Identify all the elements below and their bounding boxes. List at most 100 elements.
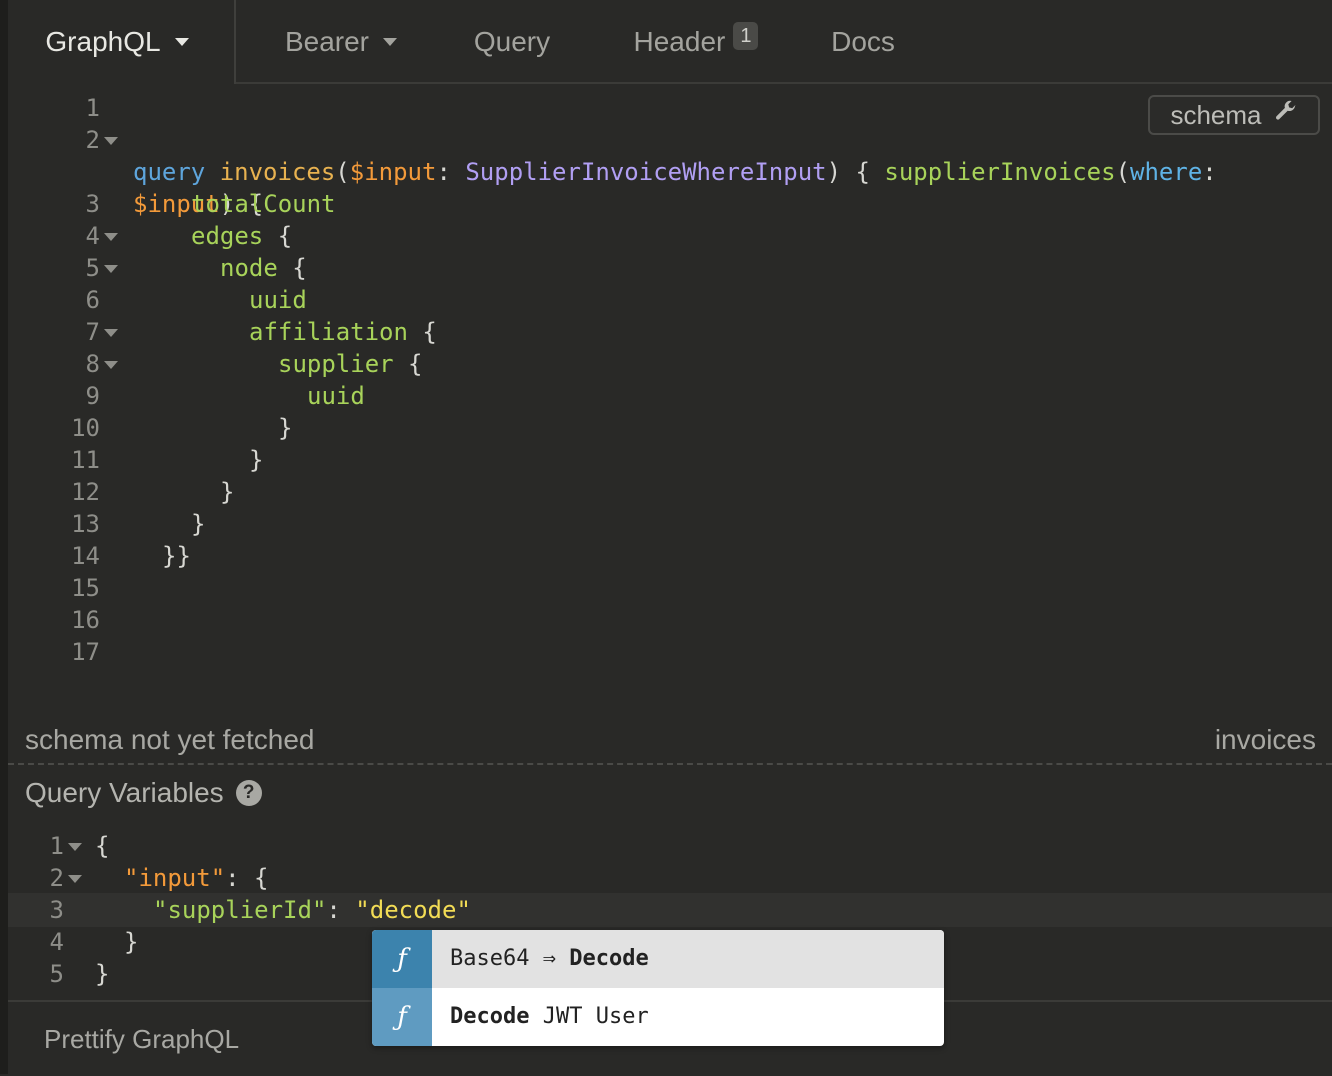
- autocomplete-item[interactable]: ƒ Decode JWT User: [372, 988, 944, 1046]
- token-json-key: "supplierId": [153, 896, 327, 924]
- fold-arrow-icon[interactable]: [104, 233, 118, 241]
- line-number: 5: [85, 254, 100, 282]
- fold-arrow-icon[interactable]: [104, 361, 118, 369]
- fold-arrow-icon[interactable]: [68, 843, 82, 851]
- schema-button[interactable]: schema: [1148, 95, 1320, 135]
- header-count-badge: 1: [733, 22, 759, 50]
- token-punct: {: [393, 350, 423, 378]
- query-variables-header[interactable]: Query Variables ?: [25, 777, 262, 809]
- status-bar: schema not yet fetched invoices: [8, 720, 1332, 764]
- autocomplete-suffix: JWT User: [529, 1004, 649, 1029]
- tab-query[interactable]: Query: [428, 0, 596, 84]
- tab-underline: [236, 82, 1332, 84]
- token-argument: where: [1130, 158, 1203, 186]
- tab-bar: GraphQL Bearer Query Header 1 Docs: [8, 0, 1332, 84]
- line-number: 17: [71, 638, 100, 666]
- wrench-icon: [1274, 100, 1298, 131]
- line-number: 8: [85, 350, 100, 378]
- token-type: SupplierInvoiceWhereInput: [465, 158, 827, 186]
- token-punct: }: [95, 960, 110, 988]
- token-field: totalCount: [191, 190, 336, 218]
- operation-name-text: invoices: [1214, 724, 1316, 755]
- token-operation-name: invoices: [219, 158, 336, 186]
- token-field: supplier: [278, 350, 394, 378]
- panel-resize-divider[interactable]: [8, 763, 1332, 765]
- token-punct: {: [95, 832, 110, 860]
- line-number: 2: [49, 864, 64, 892]
- token-punct: {: [263, 222, 293, 250]
- token-punct: }: [220, 478, 235, 506]
- tab-bearer-label: Bearer: [284, 26, 370, 57]
- line-number: 16: [71, 606, 100, 634]
- line-number: 4: [49, 928, 64, 956]
- fold-arrow-icon[interactable]: [104, 329, 118, 337]
- autocomplete-item-label: Base64 ⇒ Decode: [450, 930, 649, 988]
- tab-docs-label: Docs: [831, 26, 895, 57]
- tab-docs[interactable]: Docs: [778, 0, 948, 84]
- autocomplete-item-label: Decode JWT User: [450, 988, 649, 1046]
- line-number: 7: [85, 318, 100, 346]
- code-line-2-wrap: $input) {: [0, 156, 263, 218]
- line-number: 15: [71, 574, 100, 602]
- help-icon[interactable]: ?: [235, 780, 262, 806]
- autocomplete-prefix: Base64 ⇒: [450, 946, 570, 971]
- token-field: supplierInvoices: [884, 158, 1116, 186]
- tab-graphql-label: GraphQL: [45, 26, 161, 57]
- chevron-down-icon: [383, 38, 398, 46]
- token-punct: (: [335, 158, 350, 186]
- token-field: affiliation: [249, 318, 408, 346]
- tab-graphql[interactable]: GraphQL: [8, 0, 226, 84]
- token-field: uuid: [249, 286, 307, 314]
- line-number: 13: [71, 510, 100, 538]
- chevron-down-icon: [174, 38, 189, 46]
- function-icon: ƒ: [372, 930, 432, 988]
- token-punct: {: [407, 318, 437, 346]
- tab-query-label: Query: [473, 26, 551, 57]
- line-number: 1: [85, 94, 100, 122]
- tab-header-label: Header: [633, 26, 726, 57]
- token-punct: }}: [162, 542, 191, 570]
- function-icon: ƒ: [372, 988, 432, 1046]
- line-number: 11: [71, 446, 100, 474]
- token-punct: }: [278, 414, 293, 442]
- token-punct: :: [436, 158, 466, 186]
- code-line-2: query invoices($input: SupplierInvoiceWh…: [0, 124, 1217, 186]
- token-punct: ) {: [826, 158, 885, 186]
- fold-arrow-icon[interactable]: [68, 875, 82, 883]
- token-punct: {: [277, 254, 307, 282]
- token-field: edges: [191, 222, 264, 250]
- query-variables-title: Query Variables: [25, 777, 224, 808]
- prettify-button[interactable]: Prettify GraphQL: [44, 1024, 239, 1055]
- line-number: 3: [49, 896, 64, 924]
- line-number: 6: [85, 286, 100, 314]
- schema-status-text: schema not yet fetched: [25, 724, 315, 755]
- token-punct: : {: [225, 864, 269, 892]
- token-punct: :: [1202, 158, 1217, 186]
- token-json-string: "decode": [355, 896, 471, 924]
- token-punct: :: [326, 896, 356, 924]
- token-punct: }: [249, 446, 264, 474]
- tab-bearer[interactable]: Bearer: [236, 0, 446, 84]
- token-json-key: "input": [124, 864, 226, 892]
- line-number: 14: [71, 542, 100, 570]
- token-field: node: [220, 254, 278, 282]
- token-field: uuid: [307, 382, 365, 410]
- autocomplete-match: Decode: [450, 1004, 530, 1029]
- token-variable: $input: [349, 158, 437, 186]
- line-number: 9: [85, 382, 100, 410]
- token-punct: (: [1115, 158, 1131, 186]
- line-number: 5: [49, 960, 64, 988]
- tab-header[interactable]: Header 1: [598, 0, 794, 84]
- token-punct: }: [124, 928, 139, 956]
- fold-arrow-icon[interactable]: [104, 137, 118, 145]
- autocomplete-match: Decode: [569, 946, 649, 971]
- fold-arrow-icon[interactable]: [104, 265, 118, 273]
- schema-button-label: schema: [1170, 99, 1262, 130]
- line-number: 1: [49, 832, 64, 860]
- autocomplete-dropdown: ƒ Base64 ⇒ Decode ƒ Decode JWT User: [372, 930, 944, 1046]
- token-keyword: query: [133, 158, 206, 186]
- line-number: 10: [71, 414, 100, 442]
- autocomplete-item[interactable]: ƒ Base64 ⇒ Decode: [372, 930, 944, 988]
- token-punct: }: [191, 510, 206, 538]
- line-number: 12: [71, 478, 100, 506]
